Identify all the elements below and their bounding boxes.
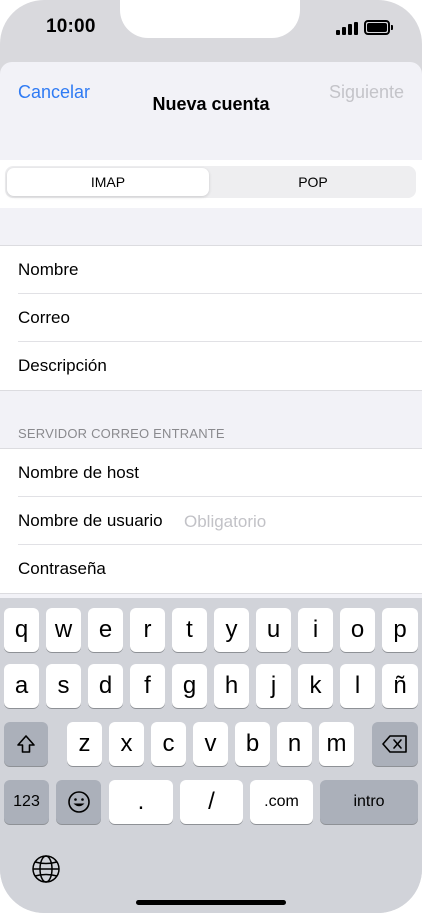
key-w[interactable]: w <box>46 608 81 652</box>
protocol-selector-strip: IMAP POP <box>0 160 422 208</box>
name-label: Nombre <box>18 260 79 279</box>
description-label: Descripción <box>18 356 107 375</box>
description-field[interactable]: Descripción <box>18 342 422 390</box>
key-f[interactable]: f <box>130 664 165 708</box>
password-field[interactable]: Contraseña <box>18 545 422 593</box>
period-key[interactable]: . <box>109 780 173 824</box>
protocol-segmented-control: IMAP POP <box>5 166 416 198</box>
key-n-tilde[interactable]: ñ <box>382 664 418 708</box>
numbers-key[interactable]: 123 <box>4 780 49 824</box>
key-n[interactable]: n <box>277 722 312 766</box>
key-q[interactable]: q <box>4 608 39 652</box>
key-h[interactable]: h <box>214 664 249 708</box>
shift-key[interactable] <box>4 722 48 766</box>
return-key[interactable]: intro <box>320 780 418 824</box>
key-z[interactable]: z <box>67 722 102 766</box>
key-j[interactable]: j <box>256 664 291 708</box>
key-b[interactable]: b <box>235 722 270 766</box>
nav-bar: Cancelar Nueva cuenta Siguiente <box>0 62 422 160</box>
dotcom-key[interactable]: .com <box>250 780 313 824</box>
next-button[interactable]: Siguiente <box>329 82 404 103</box>
new-account-sheet: Cancelar Nueva cuenta Siguiente IMAP POP… <box>0 62 422 622</box>
hostname-label: Nombre de host <box>18 463 139 482</box>
key-y[interactable]: y <box>214 608 249 652</box>
account-fields-group: Nombre Correo Descripción <box>0 245 422 391</box>
segment-imap[interactable]: IMAP <box>7 168 209 196</box>
emoji-key[interactable] <box>56 780 101 824</box>
key-k[interactable]: k <box>298 664 333 708</box>
username-field[interactable]: Nombre de usuario Obligatorio <box>18 497 422 545</box>
key-e[interactable]: e <box>88 608 123 652</box>
key-o[interactable]: o <box>340 608 375 652</box>
key-d[interactable]: d <box>88 664 123 708</box>
key-i[interactable]: i <box>298 608 333 652</box>
key-u[interactable]: u <box>256 608 291 652</box>
phone-screen: 10:00 Cancelar Nueva cuenta Siguiente IM… <box>0 0 422 913</box>
incoming-server-group: Nombre de host Nombre de usuario Obligat… <box>0 448 422 594</box>
hostname-field[interactable]: Nombre de host <box>18 449 422 497</box>
key-x[interactable]: x <box>109 722 144 766</box>
username-placeholder: Obligatorio <box>184 512 267 531</box>
home-indicator <box>136 900 286 905</box>
signal-icon <box>336 22 358 35</box>
backspace-key[interactable] <box>372 722 418 766</box>
username-label: Nombre de usuario <box>18 511 163 530</box>
backspace-icon <box>382 735 407 753</box>
status-time: 10:00 <box>46 16 96 37</box>
email-label: Correo <box>18 308 70 327</box>
name-field[interactable]: Nombre <box>18 246 422 294</box>
key-g[interactable]: g <box>172 664 207 708</box>
key-p[interactable]: p <box>382 608 418 652</box>
key-r[interactable]: r <box>130 608 165 652</box>
slash-key[interactable]: / <box>180 780 243 824</box>
keyboard: q w e r t y u i o p a s d f g h j k l ñ … <box>0 598 422 913</box>
globe-icon[interactable] <box>30 853 62 885</box>
status-bar: 10:00 <box>0 0 422 60</box>
key-v[interactable]: v <box>193 722 228 766</box>
email-field[interactable]: Correo <box>18 294 422 342</box>
battery-icon <box>364 20 394 35</box>
incoming-server-header: SERVIDOR CORREO ENTRANTE <box>18 426 225 441</box>
key-t[interactable]: t <box>172 608 207 652</box>
key-l[interactable]: l <box>340 664 375 708</box>
emoji-icon <box>67 791 90 813</box>
key-s[interactable]: s <box>46 664 81 708</box>
key-c[interactable]: c <box>151 722 186 766</box>
shift-icon <box>17 735 35 753</box>
key-a[interactable]: a <box>4 664 39 708</box>
password-label: Contraseña <box>18 559 106 578</box>
notch <box>120 0 300 38</box>
key-m[interactable]: m <box>319 722 354 766</box>
segment-pop[interactable]: POP <box>212 168 414 196</box>
